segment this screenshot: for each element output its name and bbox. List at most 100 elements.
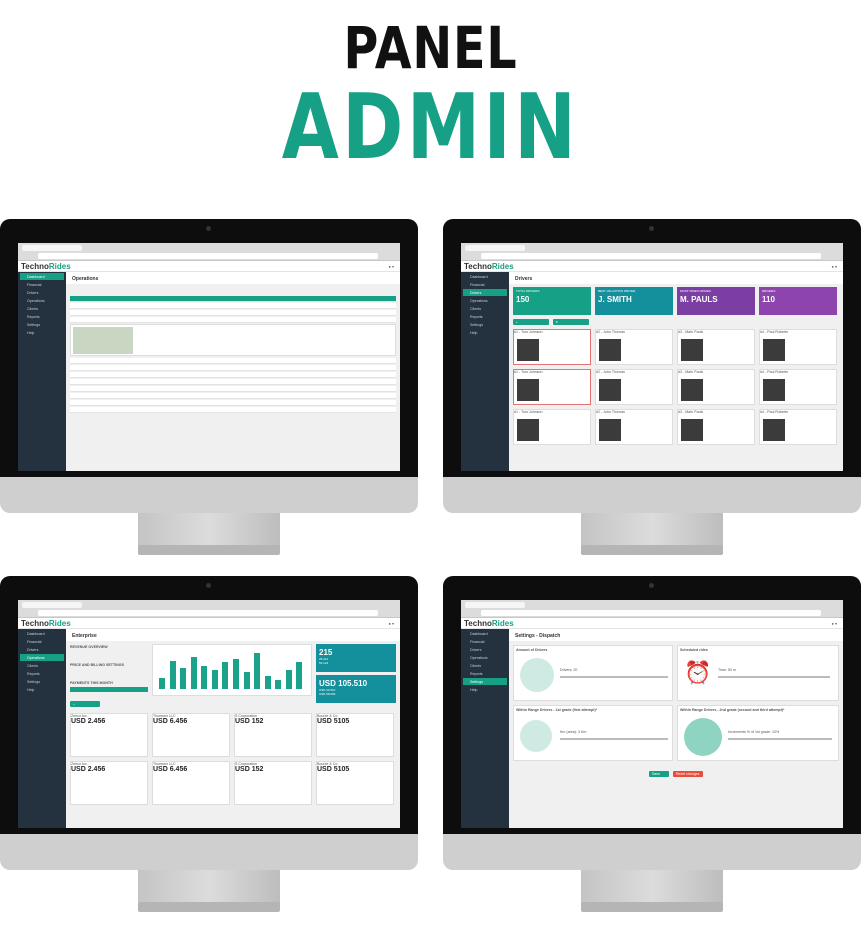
table-row[interactable] bbox=[70, 358, 396, 364]
sidebar-item-reports[interactable]: Reports bbox=[20, 670, 64, 677]
sidebar-item-reports[interactable]: Reports bbox=[463, 670, 507, 677]
address-bar[interactable] bbox=[481, 253, 821, 259]
user-menu[interactable]: ● ▾ bbox=[831, 621, 837, 626]
driver-photo bbox=[763, 379, 785, 401]
stat-total-drivers: TOTAL DRIVERS 150 bbox=[513, 287, 591, 315]
sidebar-item-financial[interactable]: Financial bbox=[463, 281, 507, 288]
sidebar-item-clients[interactable]: Clients bbox=[20, 662, 64, 669]
driver-card[interactable]: #2 - John Thomas bbox=[595, 369, 673, 405]
sidebar-item-operations[interactable]: Operations bbox=[20, 297, 64, 304]
sidebar-item-drivers[interactable]: Drivers bbox=[20, 646, 64, 653]
sidebar: Dashboard Financial Drivers Operations C… bbox=[461, 629, 509, 828]
company-card[interactable]: Zenco Inc. USD 2.456 bbox=[70, 713, 148, 757]
driver-card[interactable]: #4 - Paul Roberts bbox=[759, 369, 837, 405]
sidebar-item-financial[interactable]: Financial bbox=[20, 638, 64, 645]
company-card[interactable]: Zenco Inc. USD 2.456 bbox=[70, 761, 148, 805]
price-billing-label: PRICE AND BILLING SETTINGS bbox=[70, 663, 124, 667]
range-first-grade-panel: Within Range Drivers - 1st grade (first … bbox=[513, 705, 673, 761]
save-button[interactable]: Save bbox=[649, 771, 669, 777]
driver-card[interactable]: #3 - Mark Pauls bbox=[677, 369, 755, 405]
revenue-bar bbox=[211, 670, 218, 689]
table-row[interactable] bbox=[70, 400, 396, 406]
sidebar-item-dashboard[interactable]: Dashboard bbox=[20, 273, 64, 280]
table-row[interactable] bbox=[70, 386, 396, 392]
driver-card[interactable]: #2 - John Thomas bbox=[595, 329, 673, 365]
sidebar-item-financial[interactable]: Financial bbox=[20, 281, 64, 288]
address-bar[interactable] bbox=[481, 610, 821, 616]
driver-card[interactable]: #1 - Tom Johnson bbox=[513, 329, 591, 365]
company-card[interactable]: Thomsen LLC USD 6.456 bbox=[152, 761, 230, 805]
browser-chrome bbox=[18, 243, 400, 261]
sidebar-item-financial[interactable]: Financial bbox=[463, 638, 507, 645]
sidebar-item-reports[interactable]: Reports bbox=[20, 313, 64, 320]
company-card[interactable]: S Corporation USD 152 bbox=[234, 761, 312, 805]
company-card[interactable]: Thomsen LLC USD 6.456 bbox=[152, 713, 230, 757]
driver-card[interactable]: #3 - Mark Pauls bbox=[677, 329, 755, 365]
stat-drivers: DRIVERS 110 bbox=[759, 287, 837, 315]
driver-card[interactable]: #4 - Paul Roberts bbox=[759, 409, 837, 445]
sidebar-item-settings[interactable]: Settings bbox=[20, 678, 64, 685]
revenue-bar bbox=[243, 671, 250, 689]
driver-card[interactable]: #1 - Tom Johnson bbox=[513, 409, 591, 445]
sidebar-item-dashboard[interactable]: Dashboard bbox=[463, 630, 507, 637]
sidebar-item-help[interactable]: Help bbox=[463, 686, 507, 693]
driver-card[interactable]: #3 - Mark Pauls bbox=[677, 409, 755, 445]
sidebar-item-operations[interactable]: Operations bbox=[463, 297, 507, 304]
driver-photo bbox=[599, 339, 621, 361]
new-driver-button[interactable]: + bbox=[513, 319, 549, 325]
sidebar-item-clients[interactable]: Clients bbox=[463, 305, 507, 312]
sidebar-item-settings[interactable]: Settings bbox=[463, 321, 507, 328]
driver-card[interactable]: #2 - John Thomas bbox=[595, 409, 673, 445]
user-menu[interactable]: ● ▾ bbox=[388, 621, 394, 626]
expanded-row-map bbox=[70, 324, 396, 356]
table-row[interactable] bbox=[70, 372, 396, 378]
sidebar-item-drivers[interactable]: Drivers bbox=[20, 289, 64, 296]
sidebar-item-reports[interactable]: Reports bbox=[463, 313, 507, 320]
monitor-settings: TechnoRides ● ▾ Dashboard Financial Drive… bbox=[443, 576, 861, 917]
table-row[interactable] bbox=[70, 393, 396, 399]
time-slider[interactable] bbox=[718, 676, 830, 678]
table-row[interactable] bbox=[70, 303, 396, 309]
revenue-bar bbox=[285, 670, 292, 689]
view-payment-button[interactable]: $ bbox=[553, 319, 589, 325]
driver-card[interactable]: #4 - Paul Roberts bbox=[759, 329, 837, 365]
table-row[interactable] bbox=[70, 407, 396, 413]
address-bar[interactable] bbox=[38, 610, 378, 616]
sidebar-item-settings[interactable]: Settings bbox=[20, 321, 64, 328]
km-slider[interactable] bbox=[560, 738, 668, 740]
new-account-button[interactable]: + bbox=[70, 701, 100, 707]
table-row[interactable] bbox=[70, 365, 396, 371]
sidebar-item-help[interactable]: Help bbox=[463, 329, 507, 336]
sidebar-item-help[interactable]: Help bbox=[20, 686, 64, 693]
screen-settings: TechnoRides ● ▾ Dashboard Financial Drive… bbox=[461, 600, 843, 828]
company-card[interactable]: Bourke & Co. USD 5105 bbox=[316, 761, 394, 805]
company-card[interactable]: S Corporation USD 152 bbox=[234, 713, 312, 757]
sidebar-item-help[interactable]: Help bbox=[20, 329, 64, 336]
camera-dot bbox=[649, 226, 654, 231]
sidebar-item-drivers[interactable]: Drivers bbox=[463, 646, 507, 653]
sidebar-item-settings[interactable]: Settings bbox=[463, 678, 507, 685]
sidebar-item-clients[interactable]: Clients bbox=[20, 305, 64, 312]
revenue-bar bbox=[190, 656, 197, 689]
sidebar-item-operations[interactable]: Operations bbox=[463, 654, 507, 661]
monitor-enterprise: TechnoRides ● ▾ Dashboard Financial Drive… bbox=[0, 576, 418, 917]
table-row[interactable] bbox=[70, 317, 396, 323]
sidebar-item-dashboard[interactable]: Dashboard bbox=[20, 630, 64, 637]
revenue-bar bbox=[233, 658, 239, 689]
reset-button[interactable]: Reset changes bbox=[673, 771, 703, 777]
user-menu[interactable]: ● ▾ bbox=[831, 264, 837, 269]
driver-photo bbox=[681, 419, 703, 441]
sidebar-item-drivers[interactable]: Drivers bbox=[463, 289, 507, 296]
company-card[interactable]: Bourke & Co. USD 5105 bbox=[316, 713, 394, 757]
camera-dot bbox=[206, 226, 211, 231]
driver-card[interactable]: #1 - Tom Johnson bbox=[513, 369, 591, 405]
drivers-slider[interactable] bbox=[560, 676, 668, 678]
user-menu[interactable]: ● ▾ bbox=[388, 264, 394, 269]
table-row[interactable] bbox=[70, 310, 396, 316]
sidebar-item-clients[interactable]: Clients bbox=[463, 662, 507, 669]
address-bar[interactable] bbox=[38, 253, 378, 259]
table-row[interactable] bbox=[70, 379, 396, 385]
percent-slider[interactable] bbox=[728, 738, 832, 740]
sidebar-item-operations[interactable]: Operations bbox=[20, 654, 64, 661]
sidebar-item-dashboard[interactable]: Dashboard bbox=[463, 273, 507, 280]
